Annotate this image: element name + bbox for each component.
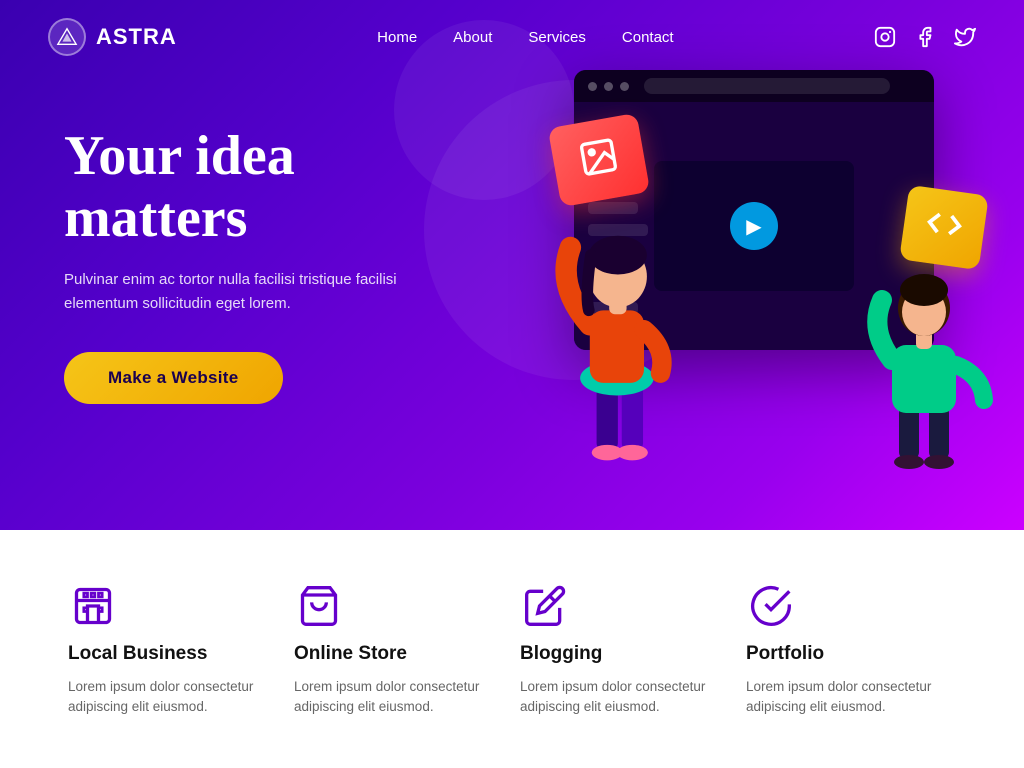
- feature-portfolio-title: Portfolio: [746, 643, 956, 665]
- feature-local-business-title: Local Business: [68, 643, 278, 665]
- feature-online-store-title: Online Store: [294, 643, 504, 665]
- nav-home[interactable]: Home: [377, 29, 417, 46]
- hero-subtitle: Pulvinar enim ac tortor nulla facilisi t…: [64, 268, 424, 316]
- bag-icon: [294, 581, 344, 631]
- header: ASTRA Home About Services Contact: [0, 0, 1024, 74]
- hero-content: Your idea matters Pulvinar enim ac torto…: [0, 126, 480, 403]
- instagram-icon[interactable]: [874, 26, 896, 48]
- woman-character: [534, 170, 694, 470]
- feature-blogging: Blogging Lorem ipsum dolor consectetur a…: [520, 581, 730, 718]
- social-icons: [874, 26, 976, 48]
- man-character: [864, 250, 994, 470]
- code-icon: [923, 204, 965, 252]
- feature-online-store: Online Store Lorem ipsum dolor consectet…: [294, 581, 504, 718]
- browser-url-bar: [644, 78, 890, 94]
- nav: Home About Services Contact: [377, 29, 673, 46]
- hero-illustration: ▶: [514, 60, 994, 480]
- nav-about[interactable]: About: [453, 29, 492, 46]
- facebook-icon[interactable]: [914, 26, 936, 48]
- logo-icon: [48, 18, 86, 56]
- feature-portfolio: Portfolio Lorem ipsum dolor consectetur …: [746, 581, 956, 718]
- feature-blogging-title: Blogging: [520, 643, 730, 665]
- browser-bar: [574, 70, 934, 102]
- nav-contact[interactable]: Contact: [622, 29, 674, 46]
- building-icon: [68, 581, 118, 631]
- browser-dot-2: [604, 82, 613, 91]
- feature-portfolio-desc: Lorem ipsum dolor consectetur adipiscing…: [746, 677, 956, 718]
- cta-button[interactable]: Make a Website: [64, 352, 283, 404]
- nav-services[interactable]: Services: [528, 29, 586, 46]
- feature-local-business: Local Business Lorem ipsum dolor consect…: [68, 581, 278, 718]
- features-section: Local Business Lorem ipsum dolor consect…: [0, 530, 1024, 768]
- hero-section: ASTRA Home About Services Contact: [0, 0, 1024, 530]
- browser-dot-1: [588, 82, 597, 91]
- check-circle-icon: [746, 581, 796, 631]
- feature-blogging-desc: Lorem ipsum dolor consectetur adipiscing…: [520, 677, 730, 718]
- feature-local-business-desc: Lorem ipsum dolor consectetur adipiscing…: [68, 677, 278, 718]
- feature-online-store-desc: Lorem ipsum dolor consectetur adipiscing…: [294, 677, 504, 718]
- hero-title: Your idea matters: [64, 126, 480, 249]
- browser-dot-3: [620, 82, 629, 91]
- logo-text: ASTRA: [96, 24, 177, 50]
- logo[interactable]: ASTRA: [48, 18, 177, 56]
- twitter-icon[interactable]: [954, 26, 976, 48]
- play-button[interactable]: ▶: [730, 202, 778, 250]
- edit-icon: [520, 581, 570, 631]
